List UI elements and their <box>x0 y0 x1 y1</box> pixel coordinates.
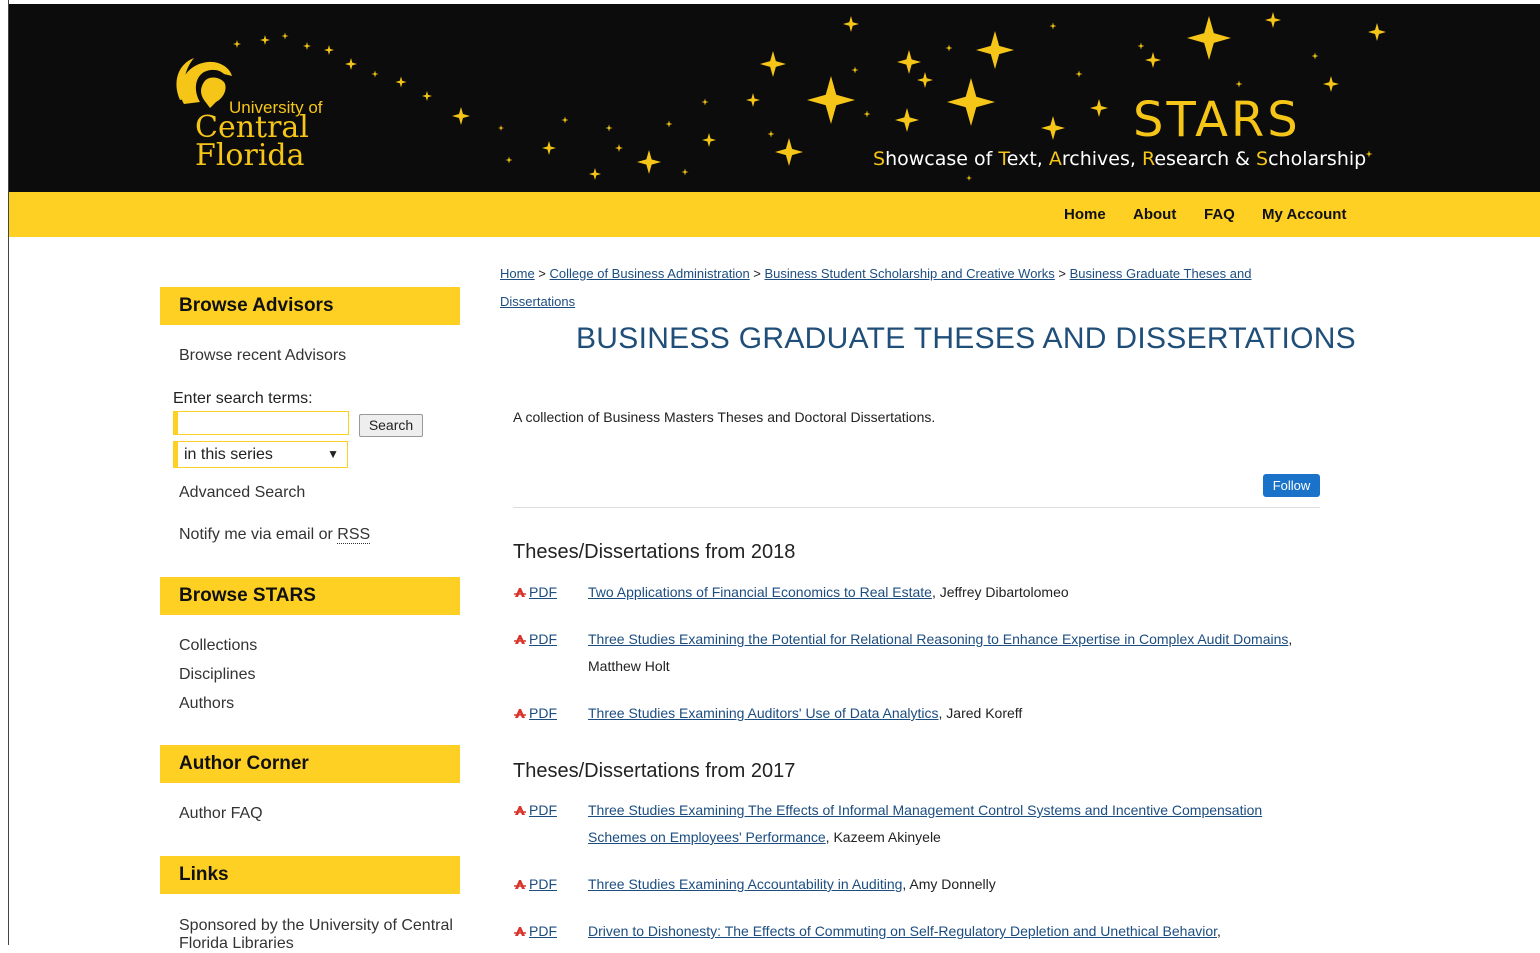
pdf-icon <box>514 588 526 597</box>
tagline-text: howcase of <box>885 148 999 170</box>
pdf-label: PDF <box>529 876 557 892</box>
citation: Three Studies Examining the Potential fo… <box>588 626 1323 680</box>
breadcrumb-college[interactable]: College of Business Administration <box>550 266 750 281</box>
breadcrumb: Home > College of Business Administratio… <box>500 260 1330 316</box>
ucf-name-large: Central Florida <box>195 113 309 173</box>
item-author: , Amy Donnelly <box>902 876 996 892</box>
item-title-link[interactable]: Three Studies Examining Auditors' Use of… <box>588 705 939 721</box>
citation: Three Studies Examining Accountability i… <box>588 871 1323 898</box>
tagline-text: esearch & <box>1154 148 1257 170</box>
sidebar-heading-browse-stars: Browse STARS <box>160 577 460 615</box>
search-scope-select[interactable]: in this series ▼ <box>173 441 348 468</box>
pdf-icon <box>514 880 526 889</box>
sidebar-heading-text: Browse STARS <box>179 585 316 606</box>
item-title-link[interactable]: Three Studies Examining Accountability i… <box>588 876 902 892</box>
citation: Three Studies Examining The Effects of I… <box>588 797 1323 851</box>
pdf-link[interactable]: PDF <box>513 700 557 727</box>
ucf-line-florida: Florida <box>195 138 305 173</box>
tagline-cap: S <box>873 148 886 170</box>
citation: Two Applications of Financial Economics … <box>588 579 1323 606</box>
section-heading-2017: Theses/Dissertations from 2017 <box>513 760 796 782</box>
divider <box>513 507 1320 508</box>
pdf-icon <box>514 635 526 644</box>
tagline-text: ext, <box>1006 148 1049 170</box>
nav-home[interactable]: Home <box>1064 206 1106 223</box>
item-title-link[interactable]: Two Applications of Financial Economics … <box>588 584 932 600</box>
author-faq-link[interactable]: Author FAQ <box>179 805 263 823</box>
advanced-search-link[interactable]: Advanced Search <box>179 484 305 502</box>
pdf-label: PDF <box>529 584 557 600</box>
tagline-cap: A <box>1048 148 1062 170</box>
search-input[interactable] <box>173 411 349 435</box>
pdf-label: PDF <box>529 802 557 818</box>
breadcrumb-separator: > <box>1054 266 1070 281</box>
series-description: A collection of Business Masters Theses … <box>513 409 936 425</box>
sidebar-heading-text: Browse Advisors <box>179 295 334 316</box>
search-label: Enter search terms: <box>173 390 313 407</box>
notify-text: Notify me via email or <box>179 526 338 543</box>
pdf-label: PDF <box>529 705 557 721</box>
item-title-link[interactable]: Three Studies Examining the Potential fo… <box>588 631 1288 647</box>
tagline-cap: T <box>998 148 1007 170</box>
browse-recent-advisors-link[interactable]: Browse recent Advisors <box>179 347 346 365</box>
sponsored-by-link[interactable]: Sponsored by the University of Central F… <box>179 917 469 953</box>
dropdown-arrow-icon: ▼ <box>327 447 339 461</box>
breadcrumb-separator: > <box>749 266 765 281</box>
disciplines-link[interactable]: Disciplines <box>179 666 255 684</box>
pdf-link[interactable]: PDF <box>513 918 557 945</box>
rss-link[interactable]: RSS <box>337 526 371 544</box>
pdf-icon <box>514 806 526 815</box>
tagline-cap: R <box>1141 148 1155 170</box>
sidebar-heading-browse-advisors: Browse Advisors <box>160 287 460 325</box>
citation: Driven to Dishonesty: The Effects of Com… <box>588 918 1323 945</box>
citation: Three Studies Examining Auditors' Use of… <box>588 700 1323 727</box>
pdf-label: PDF <box>529 631 557 647</box>
item-author: , Jeffrey Dibartolomeo <box>931 584 1069 600</box>
page-title: BUSINESS GRADUATE THESES AND DISSERTATIO… <box>576 322 1356 355</box>
nav-my-account[interactable]: My Account <box>1262 206 1346 223</box>
search-scope-value: in this series <box>184 446 273 463</box>
breadcrumb-separator: > <box>534 266 550 281</box>
pdf-icon <box>514 709 526 718</box>
authors-link[interactable]: Authors <box>179 695 234 713</box>
site-banner: University of Central Florida STARS Show… <box>9 4 1540 192</box>
stars-tagline: Showcase of Text, Archives, Research & S… <box>873 148 1366 170</box>
item-author: , Kazeem Akinyele <box>825 829 941 845</box>
stars-wordmark[interactable]: STARS <box>1133 92 1301 148</box>
window-left-edge <box>0 0 9 945</box>
sidebar-heading-text: Author Corner <box>179 753 309 774</box>
sidebar-heading-text: Links <box>179 864 229 885</box>
pdf-link[interactable]: PDF <box>513 871 557 898</box>
tagline-text: rchives, <box>1061 148 1142 170</box>
item-author: , <box>1217 923 1221 939</box>
pdf-icon <box>514 927 526 936</box>
breadcrumb-home[interactable]: Home <box>500 266 535 281</box>
pdf-link[interactable]: PDF <box>513 626 557 653</box>
collections-link[interactable]: Collections <box>179 637 257 655</box>
nav-about[interactable]: About <box>1133 206 1176 223</box>
search-button[interactable]: Search <box>359 414 423 437</box>
follow-button[interactable]: Follow <box>1263 474 1320 497</box>
nav-faq[interactable]: FAQ <box>1204 206 1235 223</box>
section-heading-2018: Theses/Dissertations from 2018 <box>513 541 796 563</box>
notify-me-link[interactable]: Notify me via email or RSS <box>179 526 371 544</box>
pdf-link[interactable]: PDF <box>513 579 557 606</box>
pdf-link[interactable]: PDF <box>513 797 557 824</box>
tagline-cap: S <box>1256 148 1269 170</box>
tagline-text: cholarship <box>1268 148 1367 170</box>
top-navigation: Home About FAQ My Account <box>9 192 1540 237</box>
sidebar-heading-links: Links <box>160 856 460 894</box>
breadcrumb-scholarship[interactable]: Business Student Scholarship and Creativ… <box>765 266 1055 281</box>
pdf-label: PDF <box>529 923 557 939</box>
sidebar-heading-author-corner: Author Corner <box>160 745 460 783</box>
item-author: , Jared Koreff <box>938 705 1023 721</box>
item-title-link[interactable]: Driven to Dishonesty: The Effects of Com… <box>588 923 1217 939</box>
